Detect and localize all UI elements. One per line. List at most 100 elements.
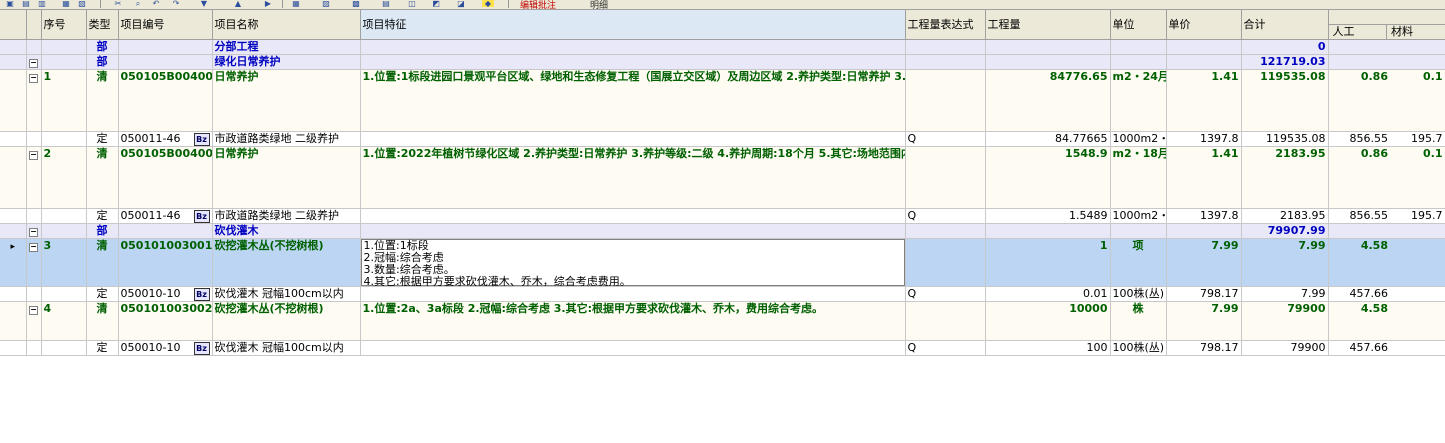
header-material[interactable]: 材料 <box>1387 25 1444 39</box>
edit-comment-tab[interactable]: 编辑批注 <box>520 0 556 9</box>
bz-icon[interactable]: Bz <box>193 133 210 146</box>
header-total[interactable]: 合计 <box>1241 10 1329 40</box>
bz-icon[interactable]: Bz <box>193 342 210 355</box>
collapse-icon[interactable]: − <box>29 228 38 237</box>
cell-price[interactable]: 7.99 <box>1166 238 1242 287</box>
delete-icon[interactable]: ▥ <box>36 0 48 8</box>
filter-icon[interactable]: ▩ <box>350 0 362 8</box>
collapse-icon[interactable]: − <box>29 59 38 68</box>
cell-seq[interactable]: 1 <box>41 69 87 132</box>
cell-total[interactable]: 79900 <box>1241 301 1329 341</box>
table-row[interactable]: − 1 清 050105B004001 日常养护 1.位置:1标段进园口景观平台… <box>0 69 1445 132</box>
cell-expr[interactable]: Q <box>905 131 986 147</box>
cell-unit[interactable]: 100株(丛) <box>1110 286 1167 302</box>
table-row[interactable]: 定 050011-46 Bz 市政道路类绿地 二级养护 Q 84.77665 10… <box>0 131 1445 147</box>
cell-qty[interactable]: 0.01 <box>985 286 1111 302</box>
cell-expr[interactable]: Q <box>905 340 986 356</box>
cell-name[interactable]: 日常养护 <box>212 146 361 209</box>
chart-icon[interactable]: ▨ <box>320 0 332 8</box>
cell-price[interactable]: 798.17 <box>1166 340 1242 356</box>
cell-total[interactable]: 119535.08 <box>1241 131 1329 147</box>
cell-price[interactable]: 7.99 <box>1166 301 1242 341</box>
cell-type[interactable]: 清 <box>86 301 119 341</box>
header-type[interactable]: 类型 <box>86 10 119 40</box>
table-row[interactable]: 部 分部工程 0 <box>0 39 1445 55</box>
feature-editor[interactable]: 1.位置:1标段 2.冠幅:综合考虑 3.数量:综合考虑。 4.其它:根据甲方要… <box>360 239 904 286</box>
cell-expr[interactable]: Q <box>905 286 986 302</box>
cell-feature[interactable]: 1.位置:2a、3a标段 2.冠幅:综合考虑 3.其它:根据甲方要求砍伐灌木、乔… <box>360 301 906 341</box>
table-row[interactable]: − 部 砍伐灌木 79907.99 <box>0 223 1445 239</box>
settings-icon[interactable]: ◩ <box>430 0 442 8</box>
cell-price[interactable]: 1397.8 <box>1166 131 1242 147</box>
cell-material[interactable]: 0.1 <box>1388 70 1443 83</box>
cell-material[interactable] <box>1388 302 1443 315</box>
collapse-icon[interactable]: − <box>29 243 38 252</box>
table-row[interactable]: 定 050011-46 Bz 市政道路类绿地 二级养护 Q 1.5489 1000… <box>0 208 1445 224</box>
copy-icon[interactable]: ▦ <box>60 0 72 8</box>
cell-labor[interactable]: 457.66 <box>1331 287 1388 300</box>
lock-icon[interactable]: ◫ <box>406 0 418 8</box>
cell-labor[interactable]: 0.86 <box>1331 70 1388 83</box>
cell-type[interactable]: 定 <box>86 131 119 147</box>
cell-labor[interactable]: 0.86 <box>1331 147 1388 160</box>
cell-material[interactable]: 0.1 <box>1388 147 1443 160</box>
cell-unit[interactable]: m2・24月 <box>1110 69 1167 132</box>
play-icon[interactable]: ▶ <box>262 0 274 8</box>
insert-icon[interactable]: ▤ <box>20 0 32 8</box>
note-icon[interactable]: ◪ <box>455 0 467 8</box>
cell-material[interactable]: 195.7 <box>1388 132 1443 145</box>
cell-total[interactable]: 2183.95 <box>1241 208 1329 224</box>
cell-material[interactable] <box>1388 239 1443 252</box>
header-labor[interactable]: 人工 <box>1329 25 1387 39</box>
cell-unit[interactable]: 100株(丛) <box>1110 340 1167 356</box>
cell-name[interactable]: 砍挖灌木丛(不挖树根) <box>212 238 361 287</box>
sort-icon[interactable]: ▤ <box>380 0 392 8</box>
cell-code[interactable]: 050101003002 <box>118 301 213 341</box>
header-code[interactable]: 项目编号 <box>118 10 213 40</box>
cut-icon[interactable]: ✂ <box>112 0 124 8</box>
redo-icon[interactable]: ↷ <box>170 0 182 8</box>
cell-qty[interactable]: 10000 <box>985 301 1111 341</box>
cell-expr[interactable]: Q <box>905 208 986 224</box>
header-seq[interactable]: 序号 <box>41 10 87 40</box>
cell-price[interactable]: 1.41 <box>1166 146 1242 209</box>
cell-total[interactable]: 7.99 <box>1241 286 1329 302</box>
table-row[interactable]: − 4 清 050101003002 砍挖灌木丛(不挖树根) 1.位置:2a、3… <box>0 301 1445 341</box>
cell-name[interactable]: 砍挖灌木丛(不挖树根) <box>212 301 361 341</box>
collapse-icon[interactable]: − <box>29 74 38 83</box>
cell-name[interactable]: 砍伐灌木 冠幅100cm以内 <box>212 286 361 302</box>
cell-seq[interactable]: 3 <box>41 238 87 287</box>
header-feature[interactable]: 项目特征 <box>360 10 906 40</box>
table-row-selected[interactable]: ▸ − 3 清 050101003001 砍挖灌木丛(不挖树根) 1.位置:1标… <box>0 238 1445 287</box>
paste-icon[interactable]: ▧ <box>76 0 88 8</box>
cell-code[interactable]: 050105B004001 <box>118 69 213 132</box>
cell-material[interactable] <box>1388 287 1443 300</box>
cell-feature[interactable]: 1.位置:1标段进园口景观平台区域、绿地和生态修复工程（国展立交区域）及周边区域… <box>360 69 906 132</box>
detail-tab[interactable]: 明细 <box>590 0 608 9</box>
cell-type[interactable]: 清 <box>86 146 119 209</box>
cell-labor[interactable]: 856.55 <box>1331 132 1388 145</box>
collapse-icon[interactable]: − <box>29 306 38 315</box>
cell-name[interactable]: 绿化日常养护 <box>212 54 361 70</box>
cell-total[interactable]: 0 <box>1241 39 1329 55</box>
cell-seq[interactable]: 2 <box>41 146 87 209</box>
cell-labor[interactable]: 4.58 <box>1331 239 1388 252</box>
cell-type[interactable]: 定 <box>86 286 119 302</box>
cell-type[interactable]: 定 <box>86 340 119 356</box>
cell-price[interactable]: 798.17 <box>1166 286 1242 302</box>
header-expr[interactable]: 工程量表达式 <box>905 10 986 40</box>
cell-total[interactable]: 79900 <box>1241 340 1329 356</box>
move-down-icon[interactable]: ▼ <box>198 0 210 8</box>
cell-material[interactable] <box>1388 341 1443 354</box>
cell-code[interactable]: 050101003001 <box>118 238 213 287</box>
collapse-icon[interactable]: − <box>29 151 38 160</box>
table-icon[interactable]: ▦ <box>290 0 302 8</box>
cell-labor[interactable]: 856.55 <box>1331 209 1388 222</box>
cell-code[interactable]: 050105B004002 <box>118 146 213 209</box>
move-up-icon[interactable]: ▲ <box>232 0 244 8</box>
new-icon[interactable]: ▣ <box>4 0 16 8</box>
cell-total[interactable]: 79907.99 <box>1241 223 1329 239</box>
table-row[interactable]: 定 050010-10 Bz 砍伐灌木 冠幅100cm以内 Q 0.01 100株… <box>0 286 1445 302</box>
table-row[interactable]: − 部 绿化日常养护 121719.03 <box>0 54 1445 70</box>
cell-type[interactable]: 清 <box>86 238 119 287</box>
